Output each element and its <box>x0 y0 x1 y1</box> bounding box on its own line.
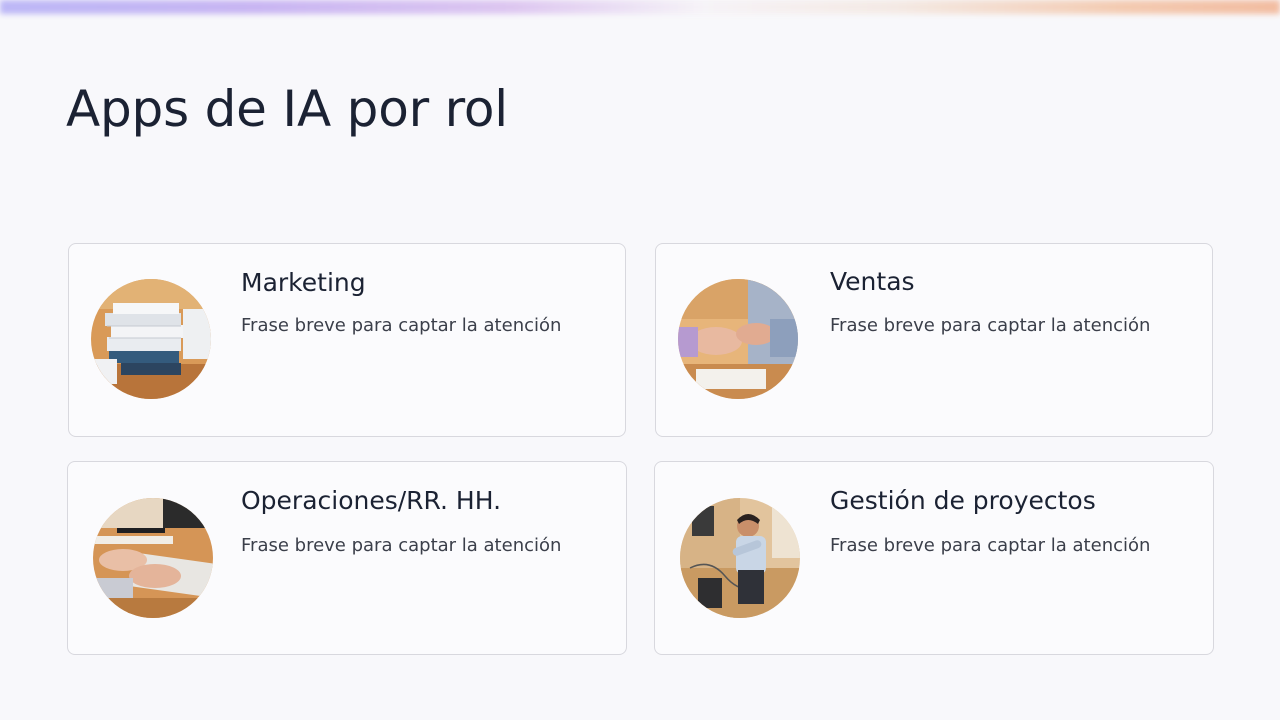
card-title: Operaciones/RR. HH. <box>241 486 502 515</box>
typing-keyboard-photo <box>93 498 213 618</box>
card-title: Ventas <box>830 267 915 296</box>
slide-title: Apps de IA por rol <box>66 80 508 138</box>
card-text: Frase breve para captar la atención <box>241 315 562 336</box>
card-text: Frase breve para captar la atención <box>830 535 1151 556</box>
role-card-operaciones[interactable]: Operaciones/RR. HH. Frase breve para cap… <box>67 461 627 655</box>
card-text: Frase breve para captar la atención <box>830 315 1151 336</box>
top-gradient-bar <box>0 0 1280 14</box>
handshake-meeting-photo <box>678 279 798 399</box>
role-card-marketing[interactable]: Marketing Frase breve para captar la ate… <box>68 243 626 437</box>
card-text: Frase breve para captar la atención <box>241 535 562 556</box>
card-title: Gestión de proyectos <box>830 486 1096 515</box>
stacked-documents-photo <box>91 279 211 399</box>
card-title: Marketing <box>241 268 366 297</box>
role-card-ventas[interactable]: Ventas Frase breve para captar la atenci… <box>655 243 1213 437</box>
role-card-gestion-proyectos[interactable]: Gestión de proyectos Frase breve para ca… <box>654 461 1214 655</box>
office-worker-computer-photo <box>680 498 800 618</box>
